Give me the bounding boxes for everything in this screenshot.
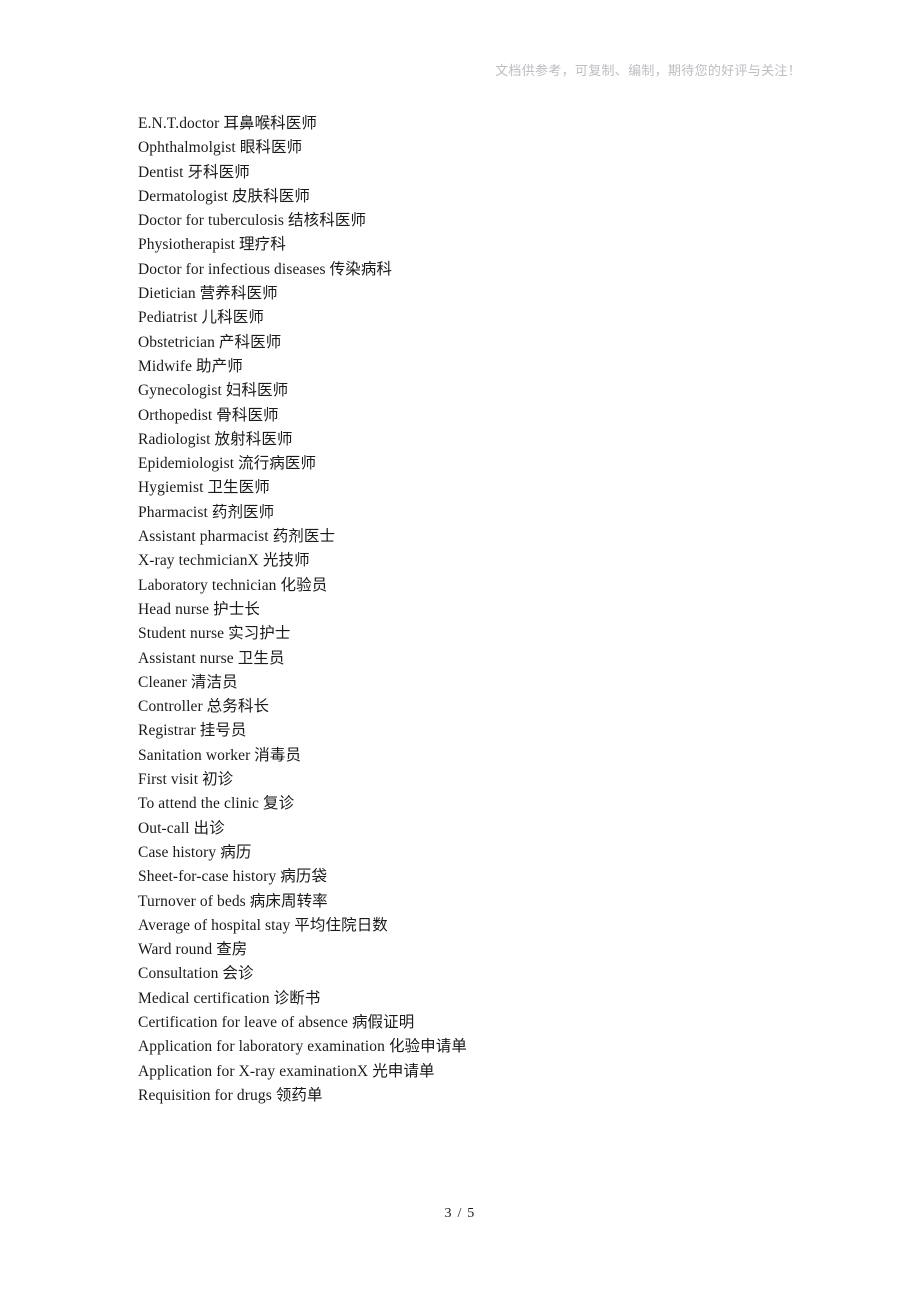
glossary-line: Application for X-ray examinationX 光申请单 (138, 1062, 435, 1080)
glossary-line: Doctor for infectious diseases 传染病科 (138, 260, 393, 278)
glossary-line: Ophthalmolgist 眼科医师 (138, 139, 303, 157)
glossary-line: Application for laboratory examination 化… (138, 1038, 467, 1056)
glossary-line: E.N.T.doctor 耳鼻喉科医师 (138, 115, 317, 132)
glossary-line: Assistant pharmacist 药剂医士 (138, 528, 336, 546)
glossary-line: Gynecologist 妇科医师 (138, 382, 289, 400)
glossary-list: E.N.T.doctor 耳鼻喉科医师 Ophthalmolgist 眼科医师 De… (138, 112, 838, 1108)
glossary-line: Sanitation worker 消毒员 (138, 746, 302, 764)
glossary-line: To attend the clinic 复诊 (138, 795, 295, 813)
glossary-line: Laboratory technician 化验员 (138, 576, 328, 594)
page-number: 3 / 5 (444, 1206, 476, 1221)
watermark-notice: 文档供参考，可复制、编制，期待您的好评与关注！ (495, 64, 801, 79)
glossary-line: Turnover of beds 病床周转率 (138, 892, 328, 910)
glossary-line: Case history 病历 (138, 843, 252, 861)
glossary-line: Cleaner 清洁员 (138, 673, 238, 691)
glossary-line: Ward round 查房 (138, 941, 248, 959)
glossary-line: Requisition for drugs 领药单 (138, 1086, 323, 1104)
glossary-line: Pharmacist 药剂医师 (138, 503, 275, 521)
glossary-line: Average of hospital stay 平均住院日数 (138, 916, 388, 934)
glossary-line: X-ray techmicianX 光技师 (138, 552, 310, 570)
glossary-line: Midwife 助产师 (138, 357, 243, 375)
glossary-line: Registrar 挂号员 (138, 722, 247, 740)
glossary-line: Physiotherapist 理疗科 (138, 236, 286, 254)
glossary-line: Controller 总务科长 (138, 698, 270, 716)
glossary-line: Head nurse 护士长 (138, 600, 260, 618)
glossary-line: Sheet-for-case history 病历袋 (138, 868, 328, 886)
glossary-line: Consultation 会诊 (138, 965, 254, 983)
glossary-line: Pediatrist 儿科医师 (138, 309, 264, 327)
glossary-line: Dermatologist 皮肤科医师 (138, 187, 310, 205)
glossary-line: Obstetrician 产科医师 (138, 333, 282, 351)
glossary-line: Radiologist 放射科医师 (138, 430, 293, 448)
glossary-line: Assistant nurse 卫生员 (138, 649, 285, 667)
glossary-line: Doctor for tuberculosis 结核科医师 (138, 212, 367, 230)
glossary-line: First visit 初诊 (138, 771, 234, 789)
glossary-line: Medical certification 诊断书 (138, 989, 321, 1007)
document-page: 文档供参考，可复制、编制，期待您的好评与关注！ E.N.T.doctor 耳鼻喉… (0, 0, 920, 1302)
glossary-line: Out-call 出诊 (138, 819, 225, 837)
glossary-line: Certification for leave of absence 病假证明 (138, 1013, 415, 1031)
glossary-line: Epidemiologist 流行病医师 (138, 455, 317, 473)
glossary-line: Dietician 营养科医师 (138, 285, 278, 303)
glossary-line: Dentist 牙科医师 (138, 163, 250, 181)
glossary-line: Student nurse 实习护士 (138, 625, 291, 643)
glossary-line: Orthopedist 骨科医师 (138, 406, 279, 424)
glossary-line: Hygiemist 卫生医师 (138, 479, 270, 497)
